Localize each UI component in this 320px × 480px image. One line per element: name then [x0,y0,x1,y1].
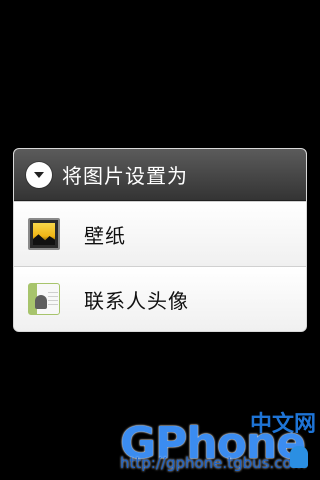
menu-item-wallpaper[interactable]: 壁纸 [14,201,306,266]
menu-item-label: 壁纸 [84,223,126,248]
dialog-title: 将图片设置为 [62,164,188,188]
contact-photo-icon [28,283,60,315]
set-image-dialog: 将图片设置为 壁纸 联系人头像 [13,148,307,332]
wallpaper-icon [28,218,60,250]
watermark: 中文网 GPhone http://gphone.tgbus.com [0,406,320,480]
dialog-header: 将图片设置为 [14,149,306,201]
android-robot-icon [290,446,308,468]
watermark-url: http://gphone.tgbus.com [120,454,307,472]
chevron-down-icon [26,161,52,188]
menu-item-label: 联系人头像 [84,288,189,313]
menu-item-contact-photo[interactable]: 联系人头像 [14,266,306,331]
